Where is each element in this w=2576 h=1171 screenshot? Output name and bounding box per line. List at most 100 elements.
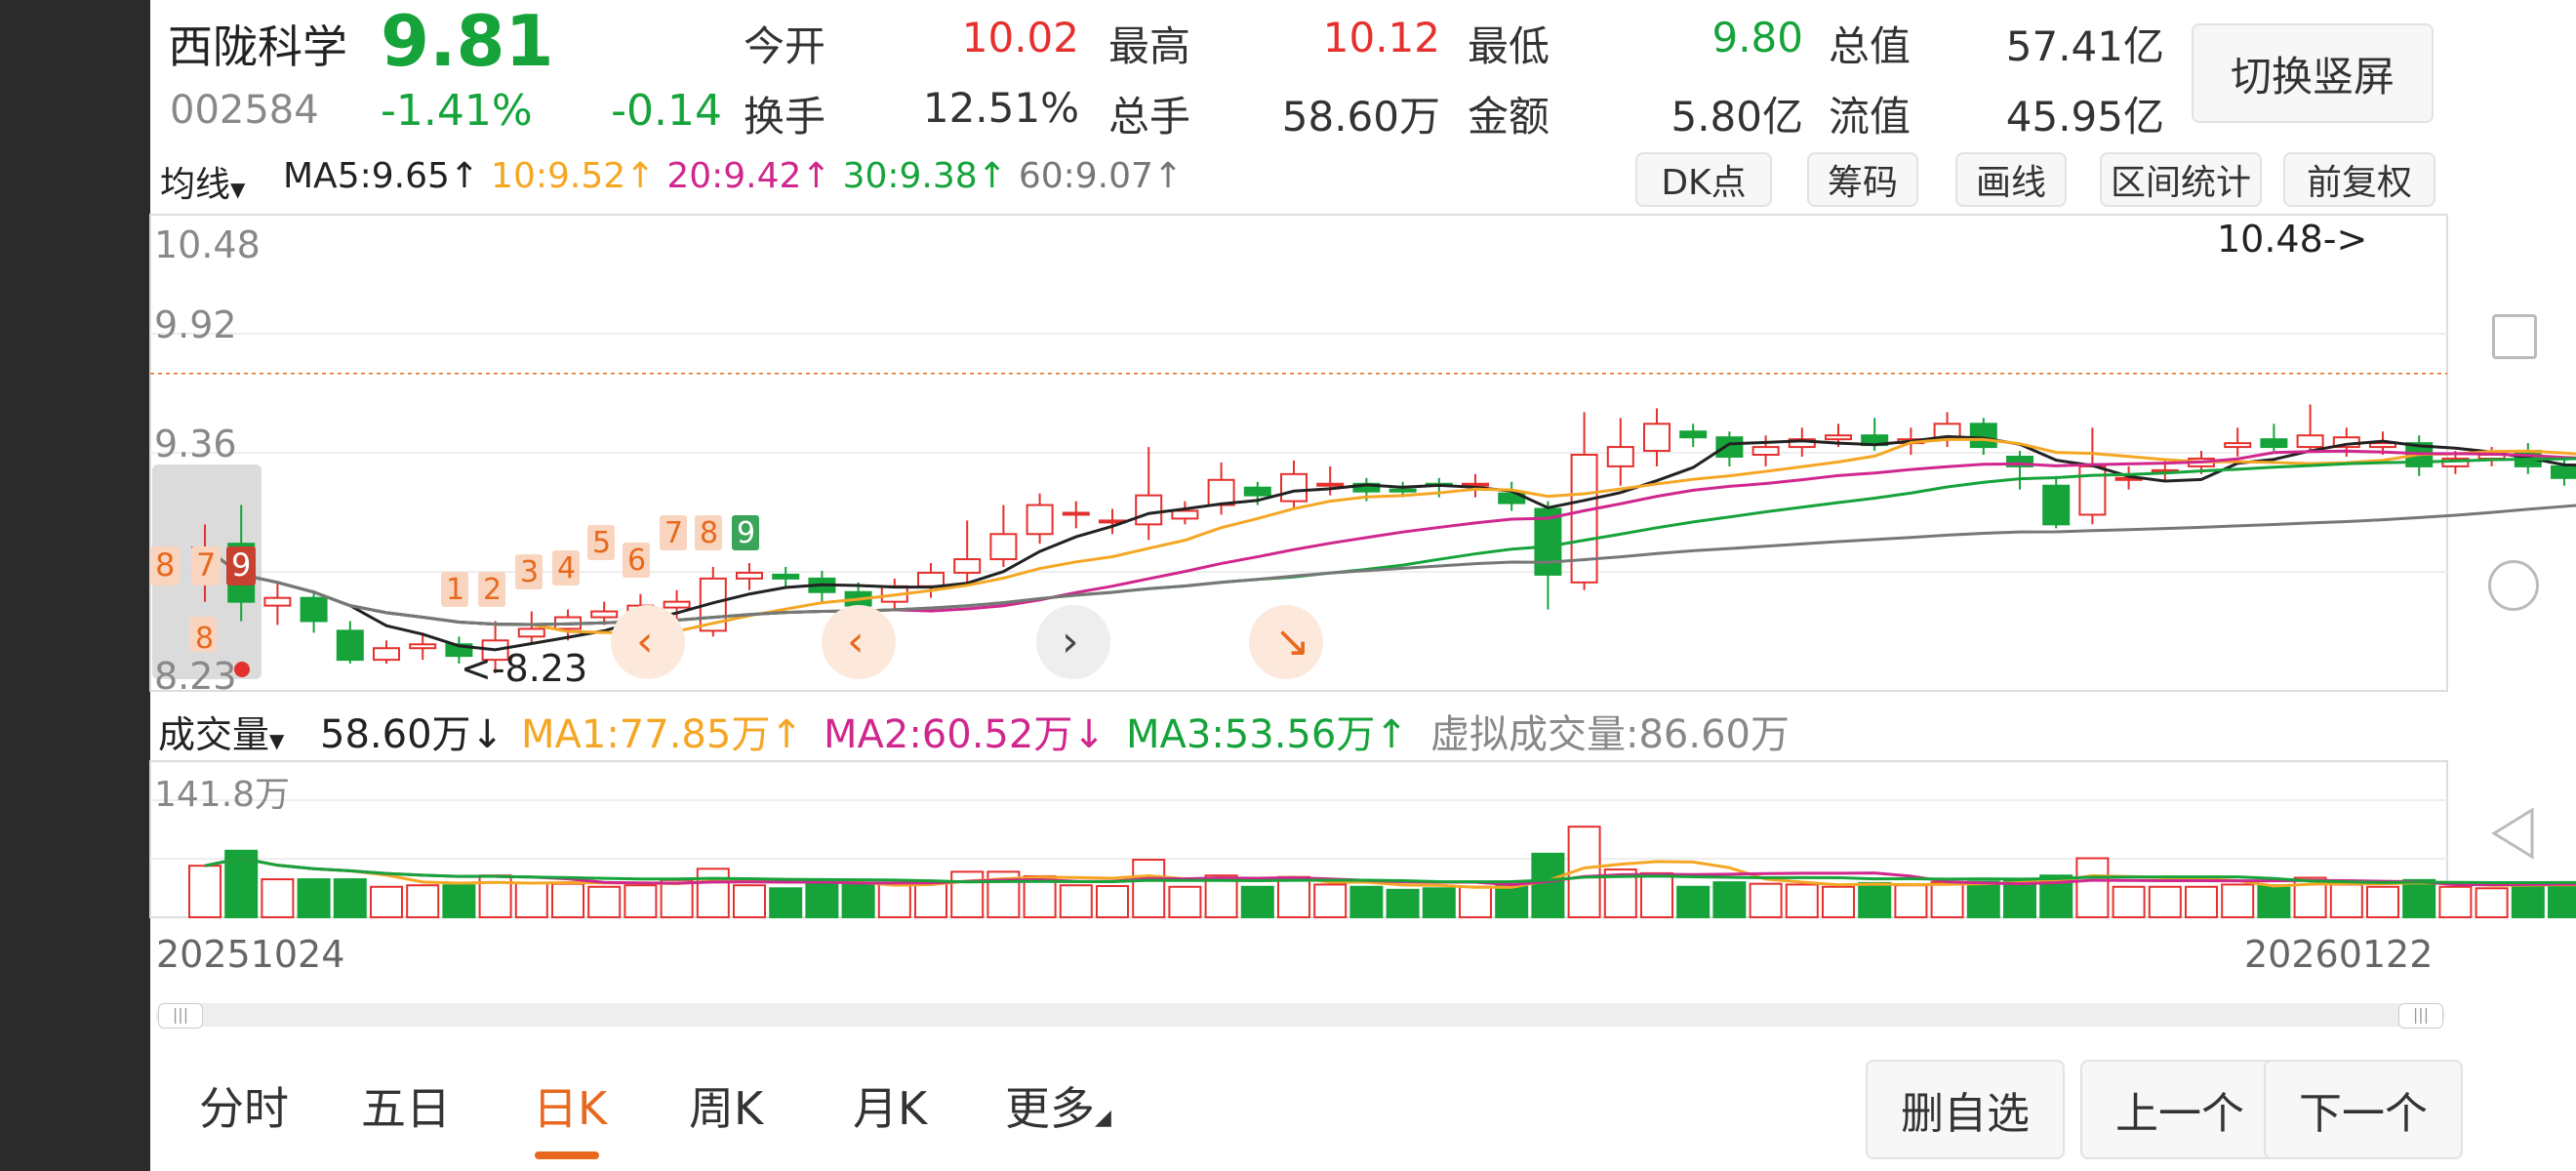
seq-marker: 8 — [195, 622, 214, 656]
back-nav-icon[interactable] — [2488, 806, 2537, 861]
seq-marker: 9 — [231, 546, 251, 584]
seq-marker: 8 — [155, 546, 175, 584]
volume-bar — [1459, 885, 1492, 918]
candle-body — [663, 600, 691, 609]
volume-bar — [1313, 883, 1348, 918]
volume-bar — [1966, 880, 2000, 918]
ma30-line — [204, 457, 2576, 626]
volume-bar — [406, 884, 440, 919]
candle-body — [373, 647, 400, 662]
candle-body — [1751, 446, 1780, 457]
volume-selector[interactable]: 成交量▼ — [158, 705, 284, 758]
dropdown-arrow-icon: ▼ — [269, 729, 285, 752]
volume-bar — [2075, 857, 2110, 919]
volume-bar — [2402, 878, 2436, 919]
scroll-handle-left[interactable]: ||| — [158, 1003, 203, 1029]
shrink-icon[interactable]: ↘ — [1274, 617, 1310, 666]
price-axis-label: 9.92 — [154, 303, 237, 346]
period-tab[interactable]: 五日 — [361, 1073, 451, 1138]
volume-bar — [1132, 859, 1166, 918]
zoom-in-icon[interactable]: ‹ — [636, 617, 654, 666]
candle-body — [409, 643, 437, 650]
kline-chart[interactable]: 10.489.929.368.2310.48-><-8.231 23 4567 8 98… — [0, 0, 2576, 1171]
volume-bar — [1240, 885, 1274, 918]
price-axis-label: 10.48 — [154, 223, 261, 266]
candle-body — [1026, 504, 1054, 536]
seq-marker: 9 — [737, 516, 755, 550]
volume-bar — [2366, 885, 2399, 918]
volume-selector-label: 成交量 — [158, 713, 270, 756]
candle-body — [263, 596, 292, 607]
volume-bar — [1858, 881, 1892, 919]
virtual-volume: 虚拟成交量:86.60万 — [1430, 712, 1790, 757]
scroll-handle-right[interactable]: ||| — [2398, 1003, 2443, 1029]
volume-bar — [2221, 883, 2255, 918]
volume-bar — [914, 881, 947, 918]
volume-bar — [2548, 883, 2576, 918]
candle-body — [953, 558, 982, 574]
volume-bar — [1168, 885, 1202, 918]
seq-marker: 6 — [627, 544, 646, 578]
volume-bar — [624, 884, 658, 919]
volume-bar — [551, 882, 584, 918]
period-tab[interactable]: 更多◢ — [1005, 1073, 1111, 1138]
candle-body — [300, 596, 328, 623]
volume-bar — [587, 885, 622, 918]
seq-marker: 7 — [664, 516, 683, 550]
action-button[interactable]: 删自选 — [1866, 1060, 2065, 1159]
volume-bar — [1749, 882, 1783, 918]
action-button[interactable]: 上一个 — [2080, 1060, 2279, 1159]
candle-body — [772, 573, 800, 580]
volume-bar — [1894, 884, 1928, 919]
seq-marker: 4 — [557, 551, 576, 586]
low-price-marker: <-8.23 — [461, 647, 587, 690]
candle-body — [2224, 442, 2252, 449]
square-nav-icon[interactable] — [2492, 314, 2537, 359]
date-end: 20260122 — [2244, 933, 2434, 976]
candle-body — [2260, 438, 2288, 449]
candle-body — [517, 627, 545, 638]
range-scrollbar[interactable]: ||| ||| — [156, 1003, 2445, 1029]
ma20-line — [204, 449, 2576, 626]
volume-bar — [261, 878, 295, 918]
volume-bar — [805, 882, 839, 918]
price-axis-label: 9.36 — [154, 423, 237, 465]
period-tab[interactable]: 月K — [853, 1073, 927, 1138]
circle-nav-icon[interactable] — [2488, 560, 2539, 611]
date-start: 20251024 — [156, 933, 345, 976]
more-arrow-icon: ◢ — [1095, 1106, 1111, 1130]
volume-bar — [442, 884, 476, 919]
volume-ma1: MA1:77.85万↑ — [521, 712, 803, 757]
volume-bar — [1495, 883, 1529, 918]
volume-max-label: 141.8万 — [154, 775, 290, 815]
candle-body — [1715, 436, 1744, 458]
volume-bar — [1640, 871, 1673, 919]
candle-body — [2042, 484, 2071, 526]
volume-bar — [2112, 885, 2146, 918]
volume-bar — [733, 884, 766, 919]
candle-body — [1171, 509, 1199, 520]
volume-bar — [2185, 885, 2218, 918]
seq-marker: 7 — [196, 546, 216, 584]
volume-bar — [1277, 875, 1310, 918]
volume-bar — [1531, 852, 1565, 918]
action-button[interactable]: 下一个 — [2264, 1060, 2463, 1159]
candle-body — [736, 571, 763, 580]
chevron-right-icon[interactable]: › — [1062, 617, 1079, 666]
period-tab[interactable]: 日K — [533, 1073, 607, 1138]
signal-dot — [234, 662, 250, 677]
volume-bar — [1096, 884, 1129, 919]
candle-body — [1389, 488, 1417, 493]
volume-ma2: MA2:60.52万↓ — [824, 712, 1106, 757]
ma10-line — [204, 437, 2576, 635]
volume-bar — [660, 878, 694, 919]
volume-bar — [370, 885, 403, 918]
candle-body — [1280, 472, 1308, 503]
period-tab[interactable]: 周K — [689, 1073, 763, 1138]
candle-body — [1570, 454, 1598, 584]
candle-body — [1643, 423, 1670, 453]
volume-bar — [333, 878, 367, 918]
period-tab[interactable]: 分时 — [199, 1073, 289, 1138]
chevron-left-icon[interactable]: ‹ — [847, 617, 865, 666]
high-price-marker: 10.48-> — [2217, 218, 2367, 261]
